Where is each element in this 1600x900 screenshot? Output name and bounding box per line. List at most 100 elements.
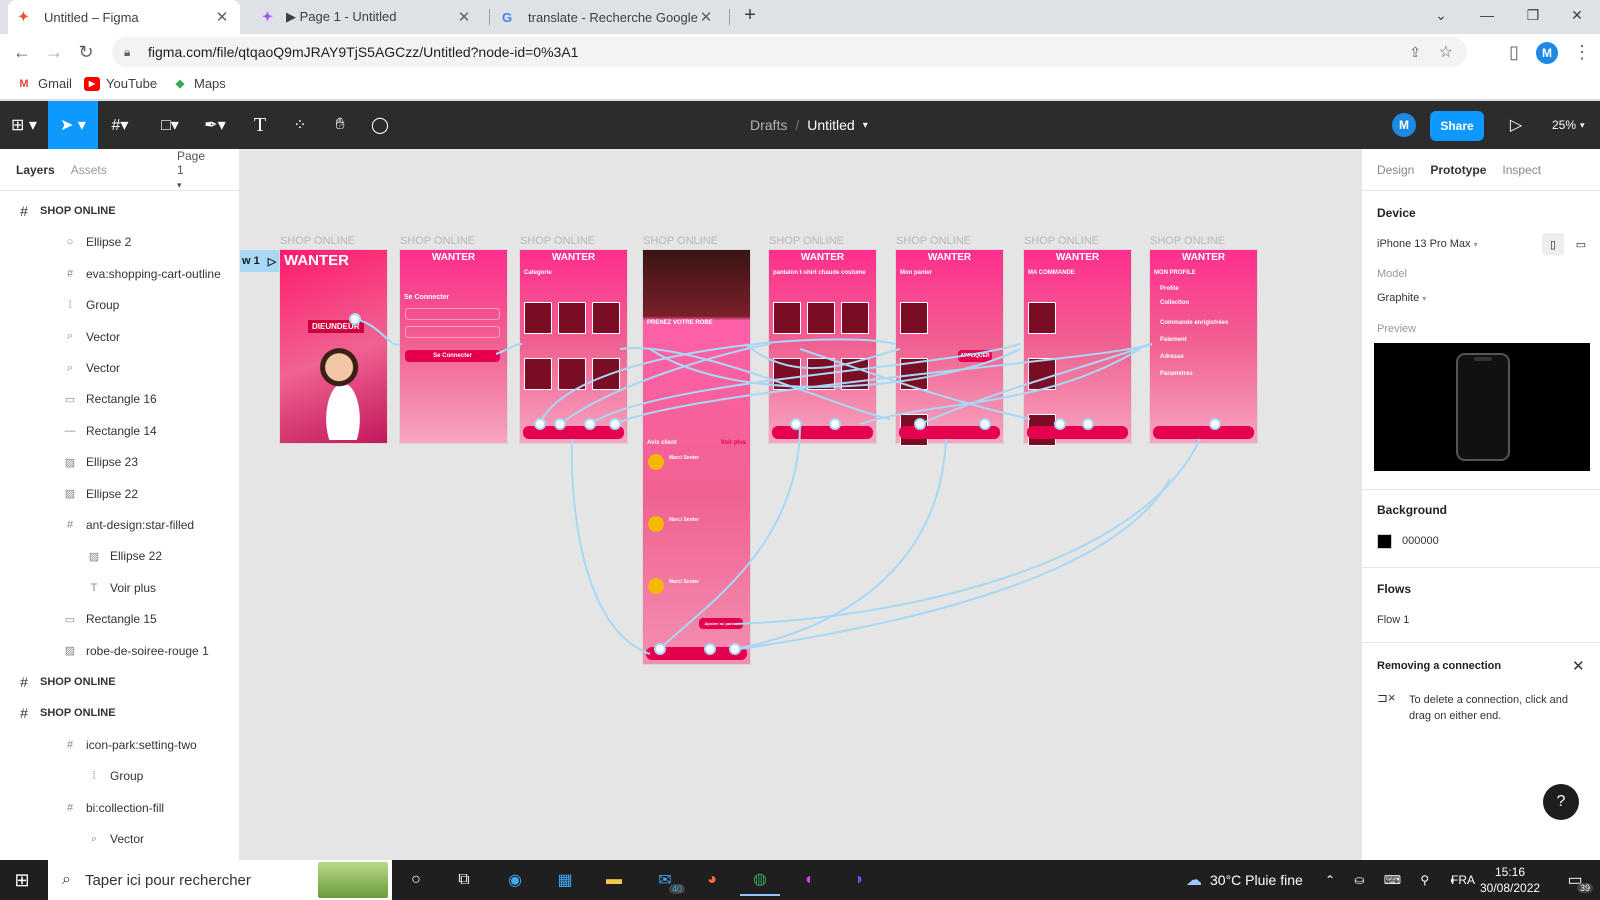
tab-assets[interactable]: Assets	[71, 163, 107, 177]
screen-frame[interactable]: WANTER pantalon t-shirt chaude costume	[769, 250, 876, 443]
user-avatar[interactable]: M	[1392, 113, 1416, 137]
screen-frame[interactable]: WANTER MA COMMANDE	[1024, 250, 1131, 446]
clock[interactable]: 15:16 30/08/2022	[1480, 864, 1540, 896]
design-canvas[interactable]: w 1 ▷ SHOP ONLINE WANTER DIEUNDEUR SHOP ONL…	[240, 149, 1361, 860]
frame-tool-icon[interactable]: #▾	[100, 101, 140, 149]
mail-icon[interactable]: ✉ 40	[645, 864, 685, 896]
page-selector[interactable]: Page 1 ▾	[177, 149, 223, 191]
maximize-button[interactable]: ❐	[1510, 0, 1556, 30]
back-button[interactable]: ←	[8, 38, 36, 66]
forward-button[interactable]: →	[40, 38, 68, 66]
screen-frame[interactable]: WANTER MON PROFILE Profile Collection Comman…	[1150, 250, 1257, 443]
side-panel-icon[interactable]: ▯	[1500, 38, 1528, 66]
new-tab-button[interactable]: +	[727, 0, 773, 30]
screen-frame[interactable]: WANTER Se Connecter Se Connecter	[400, 250, 507, 443]
layer-row[interactable]: # eva:shopping-cart-outline	[0, 258, 240, 290]
layer-row[interactable]: ▨ robe-de-soiree-rouge 1	[0, 635, 240, 667]
tab-design[interactable]: Design	[1377, 163, 1414, 177]
hand-tool-icon[interactable]: ✋︎	[320, 101, 360, 149]
background-value[interactable]: 000000	[1402, 535, 1439, 547]
resources-icon[interactable]: ⁘	[280, 101, 320, 149]
bookmark-gmail[interactable]: M Gmail	[16, 76, 72, 91]
profile-avatar[interactable]: M	[1536, 42, 1558, 64]
app-icon[interactable]: ◑	[838, 864, 878, 896]
share-page-icon[interactable]: ⇪	[1409, 44, 1421, 61]
layer-row[interactable]: ▨ Ellipse 22	[0, 540, 240, 572]
tab-page1[interactable]: ✦ ▶ Page 1 - Untitled ✕	[252, 0, 482, 34]
comment-tool-icon[interactable]: ◯	[360, 101, 400, 149]
connection-line[interactable]	[739, 478, 1171, 650]
frame-title[interactable]: SHOP ONLINE	[520, 235, 595, 247]
portrait-toggle-icon[interactable]: ▯	[1542, 233, 1564, 255]
minimize-button[interactable]: —	[1464, 0, 1510, 30]
background-swatch[interactable]	[1377, 534, 1392, 549]
model-select[interactable]: Graphite ▾	[1377, 292, 1426, 304]
frame-title[interactable]: SHOP ONLINE	[1024, 235, 1099, 247]
tab-figma-untitled[interactable]: ✦ Untitled – Figma ✕	[8, 0, 240, 34]
screen-frame[interactable]: WANTER Mon panier APPLIQUER	[896, 250, 1003, 446]
layer-row[interactable]: ▨ Ellipse 22	[0, 478, 240, 510]
layer-row[interactable]: # ant-design:star-filled	[0, 509, 240, 541]
connection-line[interactable]	[570, 438, 651, 655]
layer-row[interactable]: # SHOP ONLINE	[0, 195, 240, 227]
taskbar-search[interactable]: ⌕ Taper ici pour rechercher	[48, 860, 392, 900]
app-icon[interactable]: ◐	[790, 864, 830, 896]
address-bar[interactable]: 🔒︎ figma.com/file/qtqaoQ9mJRAY9TjS5AGCzz…	[112, 37, 1467, 67]
file-name[interactable]: Untitled	[807, 117, 854, 133]
layer-row[interactable]: ○ Ellipse 2	[0, 226, 240, 258]
present-play-icon[interactable]: ▷	[1496, 101, 1536, 149]
layer-row[interactable]: ▨ Ellipse 23	[0, 446, 240, 478]
close-icon[interactable]: ✕	[698, 8, 714, 26]
menu-kebab-icon[interactable]: ⋮	[1568, 38, 1596, 66]
text-tool-icon[interactable]: T	[240, 101, 280, 149]
figma-menu-icon[interactable]: ⊞ ▾	[0, 101, 48, 149]
connection-line[interactable]	[734, 438, 1201, 625]
firefox-icon[interactable]: ◕	[692, 864, 732, 896]
windows-start-icon[interactable]: ⊞	[2, 864, 42, 896]
layer-row[interactable]: ⌕ Vector	[0, 321, 240, 353]
zoom-control[interactable]: 25% ▾	[1552, 101, 1585, 149]
edge-icon[interactable]: ◉	[495, 864, 535, 896]
layer-row[interactable]: ⌕ Vector	[0, 823, 240, 855]
flow-start-label[interactable]: w 1 ▷	[240, 250, 284, 272]
layer-row[interactable]: # SHOP ONLINE	[0, 697, 240, 729]
chevron-down-icon[interactable]: ▾	[863, 120, 868, 131]
tab-prototype[interactable]: Prototype	[1430, 163, 1486, 177]
tab-google[interactable]: G translate - Recherche Google ✕	[492, 0, 724, 34]
connection-line[interactable]	[734, 438, 947, 650]
close-window-button[interactable]: ✕	[1554, 0, 1600, 30]
tab-inspect[interactable]: Inspect	[1502, 163, 1541, 177]
tray-icons[interactable]: ⌃ ⛀ ⌨ ⚲ ◖	[1325, 860, 1464, 900]
flow-item[interactable]: Flow 1	[1377, 614, 1409, 626]
share-button[interactable]: Share	[1430, 111, 1484, 141]
frame-title[interactable]: SHOP ONLINE	[769, 235, 844, 247]
chrome-icon[interactable]: ◍	[740, 864, 780, 896]
store-icon[interactable]: ▦	[545, 864, 585, 896]
pen-tool-icon[interactable]: ✒▾	[195, 101, 235, 149]
tab-search-chevron-icon[interactable]: ⌄	[1418, 0, 1464, 30]
layer-row[interactable]: # icon-park:setting-two	[0, 729, 240, 761]
layer-row[interactable]: ▭ Rectangle 16	[0, 383, 240, 415]
layer-row[interactable]: ▭ Rectangle 15	[0, 603, 240, 635]
close-icon[interactable]: ✕	[214, 8, 230, 26]
screen-frame[interactable]: PRENEZ VOTRE ROBE Avis client Voir plus Mar…	[643, 250, 750, 664]
layer-row[interactable]: ⌕ Vector	[0, 352, 240, 384]
weather-widget[interactable]: ☁ 30°C Pluie fine	[1186, 860, 1303, 900]
bookmark-star-icon[interactable]: ☆	[1439, 42, 1453, 62]
layer-row[interactable]: T Voir plus	[0, 572, 240, 604]
close-icon[interactable]: ✕	[456, 8, 472, 26]
task-view-icon[interactable]: ⧉	[444, 864, 484, 896]
screen-frame[interactable]: WANTER Categorie	[520, 250, 627, 443]
frame-title[interactable]: SHOP ONLINE	[896, 235, 971, 247]
layer-row[interactable]: — Rectangle 14	[0, 415, 240, 447]
reload-button[interactable]: ↻	[72, 38, 100, 66]
cortana-icon[interactable]: ○	[396, 864, 436, 896]
screen-frame[interactable]: WANTER DIEUNDEUR	[280, 250, 387, 443]
frame-title[interactable]: SHOP ONLINE	[643, 235, 718, 247]
device-select[interactable]: iPhone 13 Pro Max ▾	[1377, 238, 1478, 250]
breadcrumb-drafts[interactable]: Drafts	[750, 117, 787, 133]
shape-tool-icon[interactable]: □▾	[150, 101, 190, 149]
frame-title[interactable]: SHOP ONLINE	[280, 235, 355, 247]
notifications-icon[interactable]: ▭ 39	[1555, 864, 1595, 896]
landscape-toggle-icon[interactable]: ▭	[1570, 233, 1592, 255]
